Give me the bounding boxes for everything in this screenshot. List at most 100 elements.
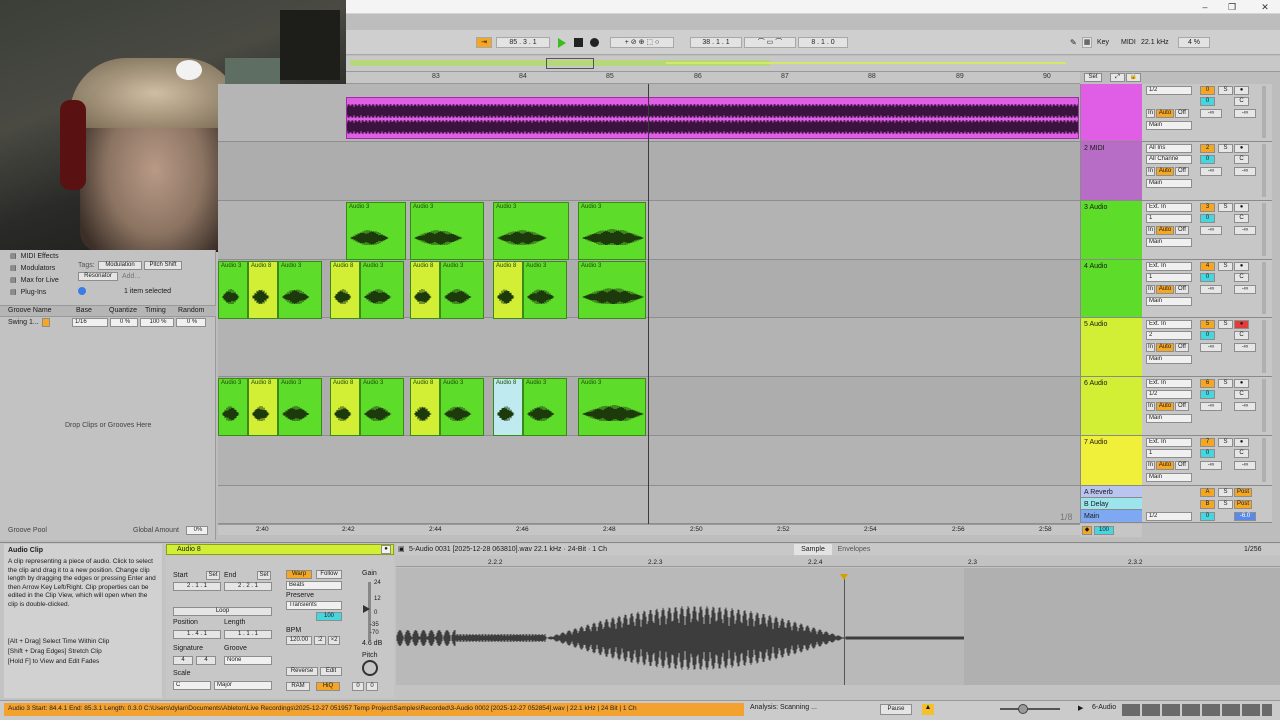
warp-marker-handle[interactable] [840, 574, 848, 580]
solo-button[interactable]: S [1218, 203, 1233, 212]
start-set-button[interactable]: Set [206, 571, 220, 580]
audio-clip-magenta[interactable] [346, 97, 1079, 139]
send-value[interactable]: 0 [1200, 273, 1215, 282]
audio-clip[interactable]: Audio 3 [278, 261, 322, 319]
track-activator[interactable]: 5 [1200, 320, 1215, 329]
automation-tools[interactable]: + ⊘ ⊕ ⬚ ○ [610, 37, 674, 48]
groove-hot-swap[interactable] [42, 318, 50, 327]
audio-clip[interactable]: Audio 3 [218, 261, 248, 319]
signature-denominator[interactable]: 4 [196, 656, 216, 665]
monitor-off-button[interactable]: Off [1175, 402, 1189, 411]
pan-field[interactable]: -∞ [1234, 285, 1256, 294]
warp-button[interactable]: Warp [286, 570, 312, 579]
signature-numerator[interactable]: 4 [173, 656, 193, 665]
solo-button[interactable]: S [1218, 320, 1233, 329]
input-type-select[interactable]: Ext. In [1146, 379, 1192, 388]
gain-slider-handle[interactable] [363, 605, 370, 613]
monitor-in-button[interactable]: In [1146, 167, 1155, 176]
audio-clip[interactable]: Audio 3 [440, 261, 484, 319]
input-channel-select[interactable]: 1/2 [1146, 390, 1192, 399]
record-icon[interactable] [590, 38, 599, 47]
input-channel-select[interactable]: All Channe [1146, 155, 1192, 164]
crossfade-button[interactable]: C [1234, 214, 1249, 223]
track-header[interactable]: 6 Audio [1080, 377, 1142, 436]
track-header[interactable]: 2 MIDI [1080, 142, 1142, 201]
hiq-button[interactable]: HiQ [316, 682, 340, 691]
input-type-select[interactable]: Ext. In [1146, 262, 1192, 271]
arrangement-position[interactable]: 85 . 3 . 1 [496, 37, 550, 48]
monitor-off-button[interactable]: Off [1175, 461, 1189, 470]
output-select[interactable]: Main [1146, 238, 1192, 247]
monitor-auto-button[interactable]: Auto [1156, 461, 1174, 470]
audio-clip[interactable]: Audio 3 [360, 378, 404, 436]
position-value[interactable]: 1 . 4 . 1 [173, 630, 221, 639]
volume-field[interactable]: -∞ [1200, 226, 1222, 235]
punch-tools[interactable]: ⌒ ▭ ⌒ [744, 37, 796, 48]
groove-name[interactable]: Swing 1... [8, 319, 39, 326]
track-activator[interactable]: 4 [1200, 262, 1215, 271]
playback-scrubber[interactable] [1000, 708, 1060, 710]
reverse-button[interactable]: Reverse [286, 667, 318, 676]
monitor-in-button[interactable]: In [1146, 461, 1155, 470]
send-value[interactable]: 0 [1200, 449, 1215, 458]
length-value[interactable]: 1 . 1 . 1 [224, 630, 272, 639]
track-activator[interactable]: 2 [1200, 144, 1215, 153]
post-a-button[interactable]: Post [1234, 488, 1252, 497]
return-track-a[interactable]: A Reverb [1080, 486, 1142, 498]
monitor-auto-button[interactable]: Auto [1156, 402, 1174, 411]
pan-field[interactable]: -∞ [1234, 402, 1256, 411]
overview-bar[interactable] [346, 56, 1280, 72]
solo-a-button[interactable]: S [1218, 488, 1233, 497]
audio-clip[interactable]: Audio 8 [410, 378, 440, 436]
send-a-button[interactable]: A [1200, 488, 1215, 497]
browser-category[interactable]: ▤ MIDI Effects [10, 252, 59, 260]
track-header[interactable]: 3 Audio [1080, 201, 1142, 260]
input-channel-select[interactable]: 1 [1146, 214, 1192, 223]
groove-timing[interactable]: 100 % [140, 318, 174, 327]
close-button[interactable]: ✕ [1254, 1, 1276, 13]
pitch-semitones[interactable]: 0 [352, 682, 364, 691]
audio-clip[interactable]: Audio 3 [440, 378, 484, 436]
volume-field[interactable]: -∞ [1200, 343, 1222, 352]
clip-title-bar[interactable]: Audio 8 ● [166, 544, 394, 555]
pan-field[interactable]: -∞ [1234, 461, 1256, 470]
tempo-sync[interactable]: 100 [1094, 526, 1114, 535]
pause-button[interactable]: Pause [880, 704, 912, 715]
output-select[interactable]: Main [1146, 121, 1192, 130]
send-value[interactable]: 0 [1200, 390, 1215, 399]
pan-field[interactable]: -∞ [1234, 109, 1256, 118]
loop-length[interactable]: 8 . 1 . 0 [798, 37, 848, 48]
preserve-select[interactable]: Transients [286, 601, 342, 610]
audio-clip[interactable]: Audio 8 [330, 261, 360, 319]
audio-clip[interactable]: Audio 8 [248, 378, 278, 436]
audio-clip[interactable]: Audio 8 [248, 261, 278, 319]
monitor-off-button[interactable]: Off [1175, 285, 1189, 294]
audio-clip[interactable]: Audio 3 [578, 261, 646, 319]
crossfade-button[interactable]: C [1234, 390, 1249, 399]
output-select[interactable]: Main [1146, 297, 1192, 306]
send-value[interactable]: 0 [1200, 97, 1215, 106]
monitor-off-button[interactable]: Off [1175, 226, 1189, 235]
groove-random[interactable]: 0 % [176, 318, 206, 327]
crossfade-button[interactable]: C [1234, 449, 1249, 458]
minimize-button[interactable]: – [1194, 1, 1216, 13]
track-activator[interactable]: 7 [1200, 438, 1215, 447]
groove-select[interactable]: None [224, 656, 272, 665]
clip-name[interactable]: Audio 8 [177, 546, 201, 553]
transpose-knob[interactable] [362, 660, 378, 676]
cue-icon[interactable]: ◆ [1082, 526, 1092, 535]
audio-clip[interactable]: Audio 3 [523, 378, 567, 436]
crossfade-button[interactable]: C [1234, 155, 1249, 164]
monitor-auto-button[interactable]: Auto [1156, 109, 1174, 118]
track-lane-5[interactable] [218, 318, 1080, 377]
crossfade-button[interactable]: C [1234, 331, 1249, 340]
monitor-in-button[interactable]: In [1146, 109, 1155, 118]
input-type-select[interactable]: All Ins [1146, 144, 1192, 153]
track-lane-7[interactable] [218, 436, 1080, 486]
output-select[interactable]: Main [1146, 414, 1192, 423]
main-input-select[interactable]: 1/2 [1146, 512, 1192, 521]
expand-icon[interactable]: ⤢ [1110, 73, 1125, 82]
browser-category[interactable]: ▤ Max for Live [10, 276, 59, 284]
track-header[interactable]: 4 Audio [1080, 260, 1142, 318]
loop-start[interactable]: 38 . 1 . 1 [690, 37, 742, 48]
